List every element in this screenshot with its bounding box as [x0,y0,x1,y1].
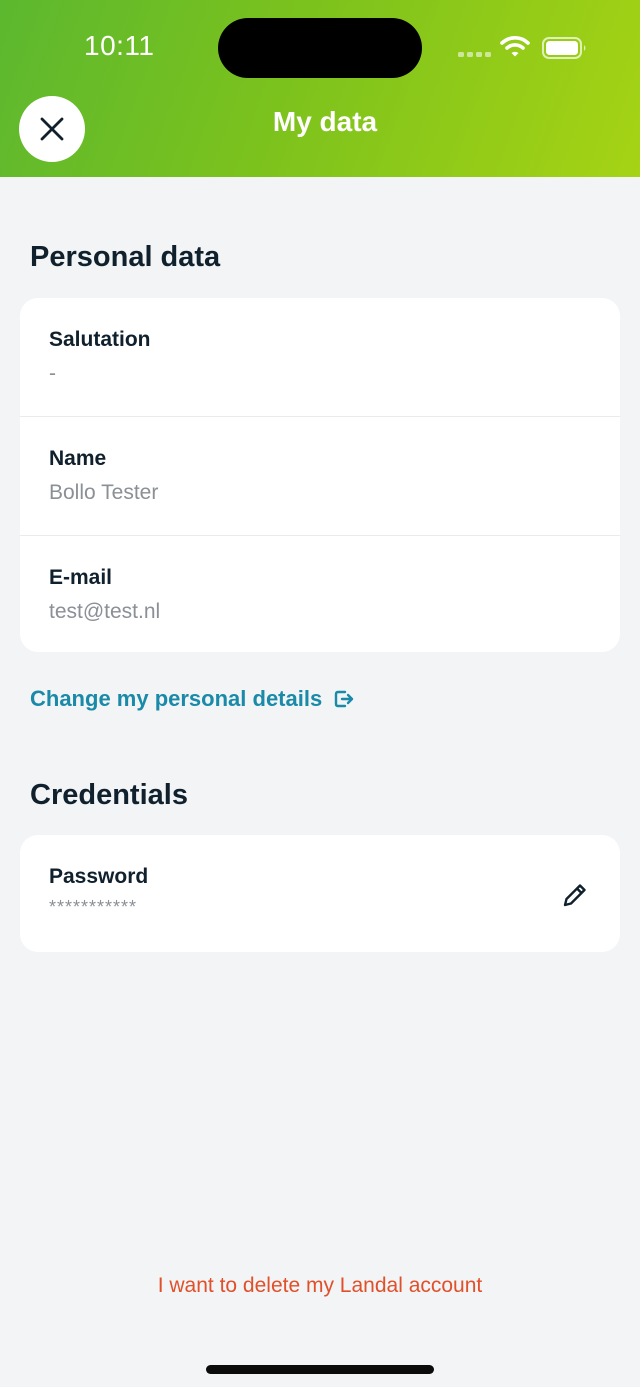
change-personal-details-link[interactable]: Change my personal details [30,686,354,712]
change-personal-details-label: Change my personal details [30,686,323,711]
status-time: 10:11 [84,30,155,61]
personal-data-card: Salutation - Name Bollo Tester E-mail te… [20,298,620,652]
delete-account-link[interactable]: I want to delete my Landal account [0,1274,640,1298]
email-value: test@test.nl [49,600,161,623]
dynamic-island [218,18,422,78]
name-value: Bollo Tester [49,481,159,504]
page-title: My data [272,106,378,137]
name-label: Name [49,447,107,470]
wifi-icon [500,36,530,57]
salutation-label: Salutation [49,328,151,351]
salutation-value: - [49,362,56,385]
external-link-icon [334,689,354,709]
personal-data-heading: Personal data [30,241,221,273]
email-row: E-mail test@test.nl [20,536,620,654]
salutation-row: Salutation - [20,298,620,417]
name-row: Name Bollo Tester [20,417,620,536]
battery-icon [542,37,586,59]
pencil-icon[interactable] [561,881,589,914]
cellular-signal-icon [458,52,491,57]
credentials-heading: Credentials [30,779,188,811]
password-value: *********** [49,897,138,917]
credentials-card: Password *********** [20,835,620,952]
email-label: E-mail [49,566,113,589]
home-indicator [206,1365,434,1374]
password-label: Password [49,865,149,888]
header-bar: 10:11 My data [0,0,640,177]
